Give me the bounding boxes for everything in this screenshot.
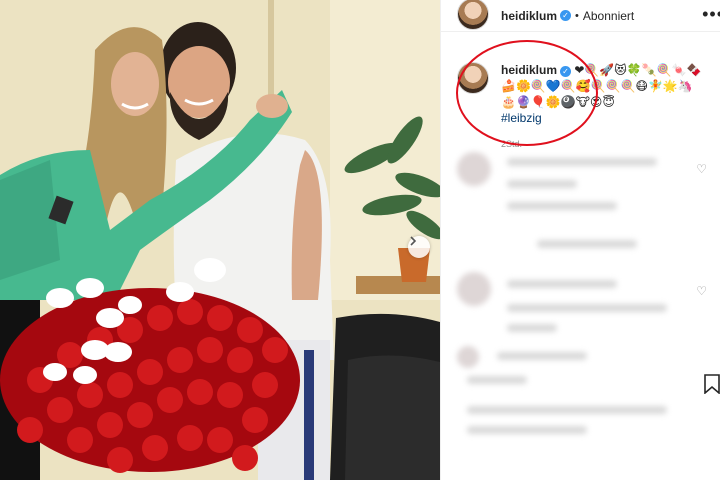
more-options-icon[interactable]: ••• xyxy=(702,4,720,25)
blurred-comment xyxy=(457,346,707,456)
heart-icon[interactable]: ♡ xyxy=(696,284,707,298)
caption-text: heidiklum ✓ ❤🍭🚀😻🍀🍡🍭🍬🍫🍰🌼🍭💙🍭🥰🍭🍭🍭😷🧚🌟🦄🎂🔮🎈🌼🎱🐮😍… xyxy=(501,62,707,152)
next-photo-button[interactable] xyxy=(408,236,430,258)
caption-avatar[interactable] xyxy=(457,62,489,94)
bookmark-icon[interactable] xyxy=(704,374,720,394)
post-photo[interactable] xyxy=(0,0,440,480)
heart-icon[interactable]: ♡ xyxy=(696,162,707,176)
post-sidebar: heidiklum ✓ • Abonniert ••• heidiklum✓ ❤… xyxy=(440,0,720,480)
post-header: heidiklum ✓ • Abonniert ••• xyxy=(441,0,720,32)
instagram-post: heidiklum ✓ • Abonniert ••• heidiklum✓ ❤… xyxy=(0,0,720,480)
verified-badge-icon: ✓ xyxy=(560,10,572,21)
blurred-comment: ♡ xyxy=(457,272,707,352)
blurred-comment: ♡ xyxy=(457,150,707,248)
hashtag-link[interactable]: #leibzig xyxy=(501,110,707,126)
follow-status-button[interactable]: Abonniert xyxy=(583,9,634,23)
verified-badge-icon: ✓ xyxy=(560,66,572,77)
avatar[interactable] xyxy=(457,0,489,30)
caption-username[interactable]: heidiklum xyxy=(501,63,557,77)
chevron-right-icon xyxy=(410,236,417,246)
post-caption: heidiklum ✓ ❤🍭🚀😻🍀🍡🍭🍬🍫🍰🌼🍭💙🍭🥰🍭🍭🍭😷🧚🌟🦄🎂🔮🎈🌼🎱🐮😍… xyxy=(457,62,707,152)
separator: • xyxy=(575,9,579,22)
header-username[interactable]: heidiklum xyxy=(501,9,557,23)
photo-illustration xyxy=(0,0,440,480)
